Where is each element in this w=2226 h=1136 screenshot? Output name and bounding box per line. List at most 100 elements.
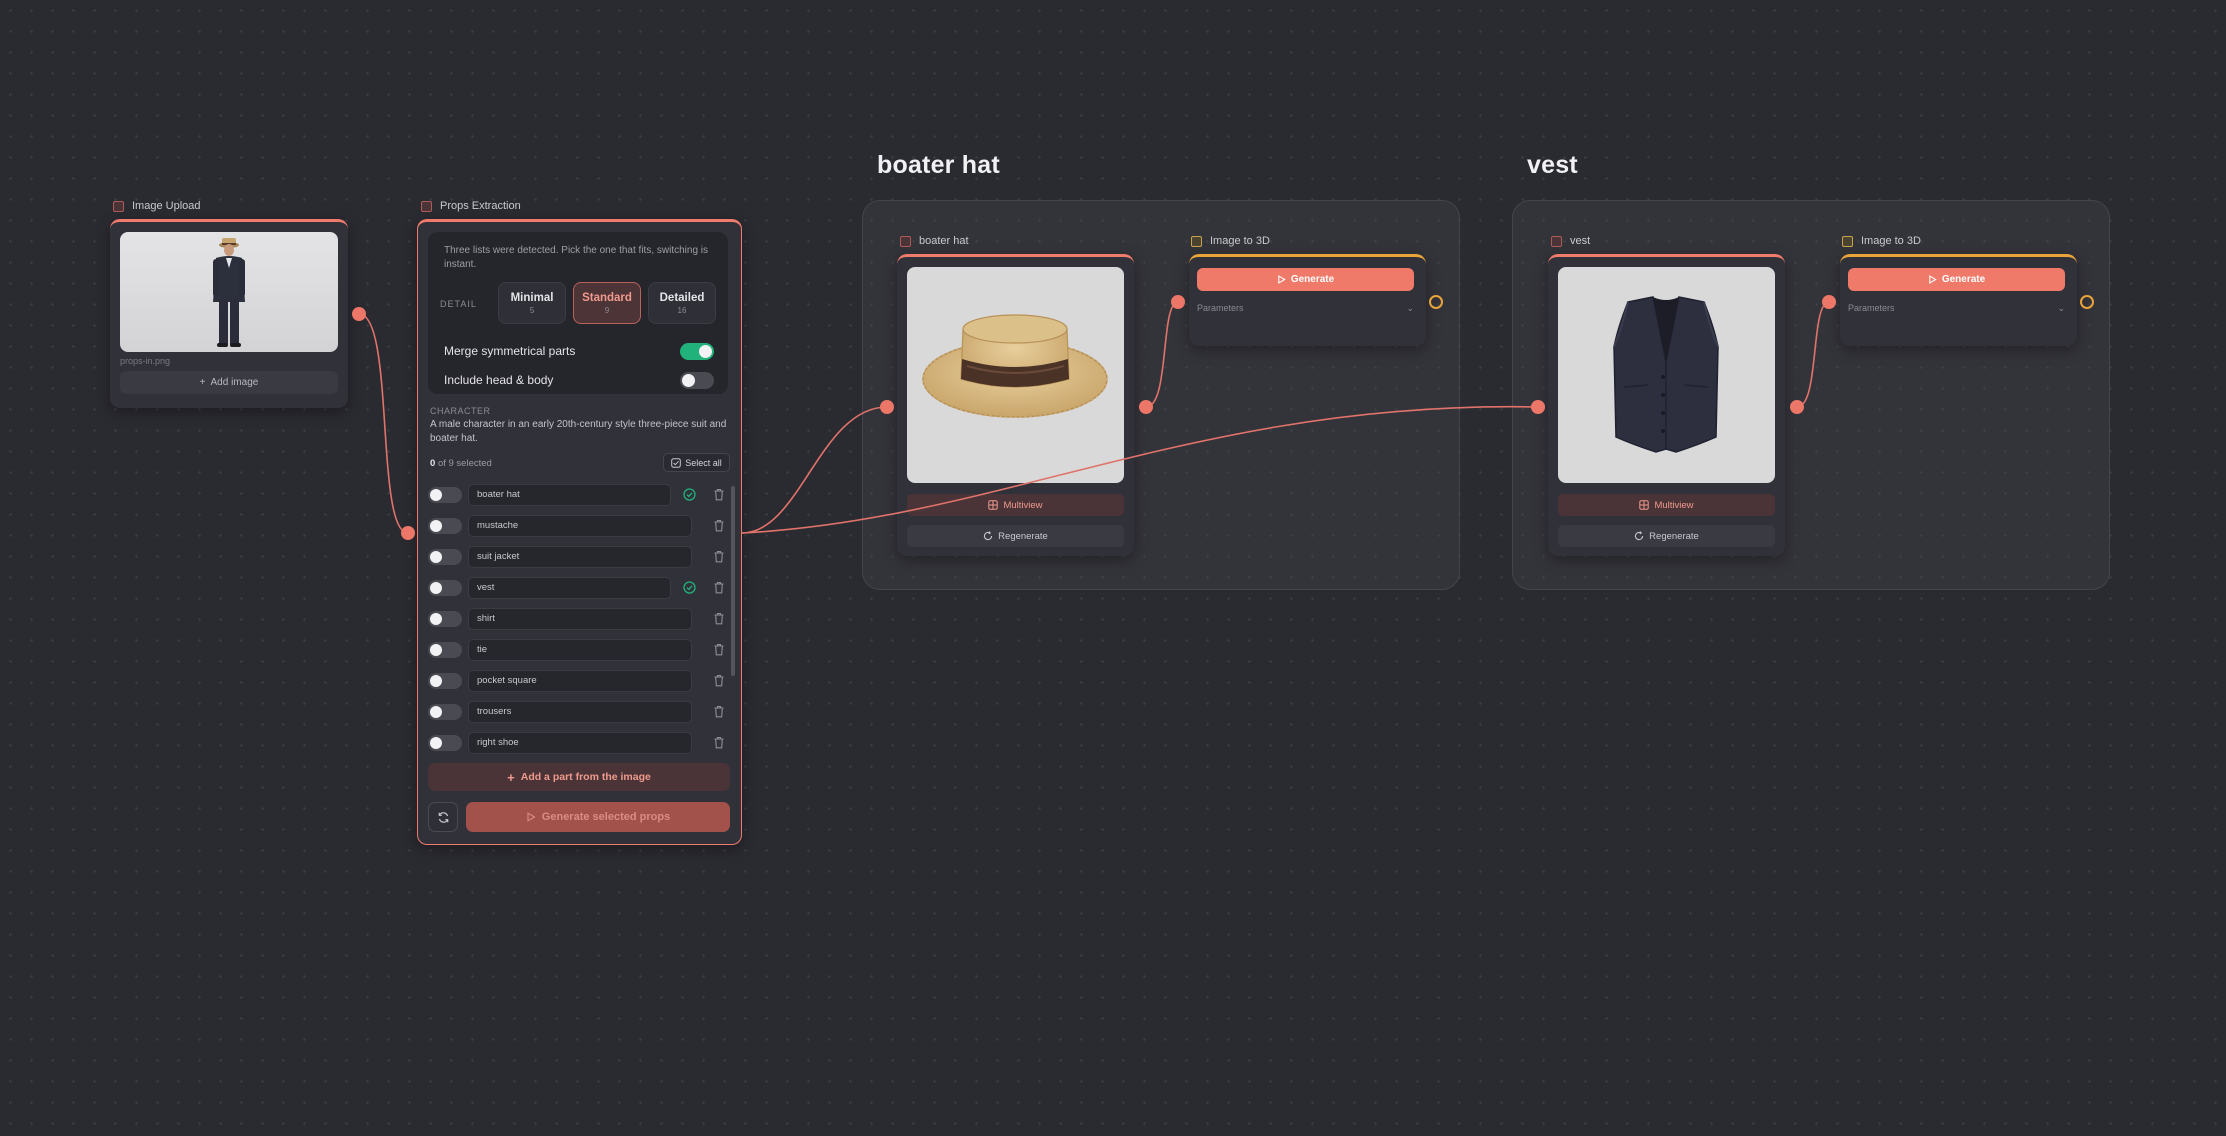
detail-option-minimal[interactable]: Minimal 5 [498,282,566,324]
regenerate-button[interactable]: Regenerate [1558,525,1775,547]
part-toggle[interactable] [428,673,462,689]
part-toggle[interactable] [428,735,462,751]
refresh-icon [438,811,448,823]
boater-hat-image [907,267,1124,483]
part-row: tie [428,639,726,661]
image-to-3d-output-port[interactable] [2080,295,2094,309]
detection-hint: Three lists were detected. Pick the one … [444,245,709,270]
multiview-button[interactable]: Multiview [1558,494,1775,516]
part-row: mustache [428,515,726,537]
parts-scrollbar[interactable] [731,486,735,676]
play-icon [527,812,536,822]
part-name-field[interactable]: right shoe [468,732,692,754]
generate-selected-props-button[interactable]: Generate selected props [466,802,730,832]
image-to-3d-title: Image to 3D [1842,235,1921,247]
refresh-button[interactable] [428,802,458,832]
boater-hat-output-port[interactable] [1139,400,1153,414]
trash-icon[interactable] [713,581,725,594]
merge-symmetrical-label: Merge symmetrical parts [444,344,576,358]
generated-check-icon [683,488,696,501]
trash-icon[interactable] [713,643,725,656]
boater-hat-picture [922,314,1108,418]
trash-icon[interactable] [713,736,725,749]
trash-icon[interactable] [713,612,725,625]
part-name-field[interactable]: suit jacket [468,546,692,568]
vest-image [1558,267,1775,483]
add-part-button[interactable]: + Add a part from the image [428,763,730,791]
image-to-3d-input-port[interactable] [1171,295,1185,309]
part-name-field[interactable]: shirt [468,608,692,630]
part-name-field[interactable]: trousers [468,701,692,723]
prop-icon [1551,235,1562,247]
props-extraction-input-port[interactable] [401,526,415,540]
vest-prop-node[interactable]: Multiview Regenerate [1548,254,1785,556]
part-toggle[interactable] [428,611,462,627]
plus-icon: + [507,769,515,785]
include-head-body-toggle[interactable] [680,372,714,389]
add-image-button[interactable]: + Add image [120,371,338,394]
part-name-field[interactable]: vest [468,577,671,599]
part-toggle[interactable] [428,487,462,503]
part-row: trousers [428,701,726,723]
detail-option-standard[interactable]: Standard 9 [573,282,641,324]
group-title-boater-hat: boater hat [877,151,1000,179]
multiview-button[interactable]: Multiview [907,494,1124,516]
character-description: A male character in an early 20th-centur… [430,419,727,444]
grid-icon [1639,500,1650,510]
part-name-field[interactable]: tie [468,639,692,661]
part-row: right shoe [428,732,726,754]
regenerate-button[interactable]: Regenerate [907,525,1124,547]
part-toggle[interactable] [428,642,462,658]
image-to-3d-title: Image to 3D [1191,235,1270,247]
select-all-button[interactable]: Select all [663,453,730,472]
vest-output-port[interactable] [1790,400,1804,414]
vest-image-to-3d-node[interactable]: Generate Parameters ⌄ [1840,254,2077,346]
image-to-3d-output-port[interactable] [1429,295,1443,309]
part-name-field[interactable]: mustache [468,515,692,537]
trash-icon[interactable] [713,519,725,532]
part-name-field[interactable]: boater hat [468,484,671,506]
generated-check-icon [683,581,696,594]
part-row: shirt [428,608,726,630]
boater-hat-image-to-3d-node[interactable]: Generate Parameters ⌄ [1189,254,1426,346]
part-toggle[interactable] [428,549,462,565]
detail-option-detailed[interactable]: Detailed 16 [648,282,716,324]
play-icon [1929,275,1937,284]
group-title-vest: vest [1527,151,1578,179]
checkbox-icon [671,457,682,468]
detail-label: DETAIL [440,299,477,309]
trash-icon[interactable] [713,705,725,718]
image-to-3d-input-port[interactable] [1822,295,1836,309]
parameters-dropdown[interactable]: Parameters ⌄ [1848,299,2065,317]
part-toggle[interactable] [428,704,462,720]
part-toggle[interactable] [428,580,462,596]
boater-hat-input-port[interactable] [880,400,894,414]
props-icon [421,200,432,212]
image-upload-title: Image Upload [113,200,201,212]
character-label: CHARACTER [430,406,491,416]
vest-input-port[interactable] [1531,400,1545,414]
file-name: props-in.png [120,356,171,366]
boater-hat-node-title: boater hat [900,235,969,247]
cube-icon [1842,235,1853,247]
trash-icon[interactable] [713,550,725,563]
boater-hat-prop-node[interactable]: Multiview Regenerate [897,254,1134,556]
image-upload-node[interactable]: props-in.png + Add image [110,219,348,408]
props-extraction-node[interactable]: Three lists were detected. Pick the one … [417,219,742,845]
generate-button[interactable]: Generate [1197,268,1414,291]
trash-icon[interactable] [713,488,725,501]
image-icon [113,200,124,212]
image-upload-output-port[interactable] [352,307,366,321]
regenerate-icon [984,531,993,541]
prop-icon [900,235,911,247]
props-extraction-title: Props Extraction [421,200,521,212]
part-name-field[interactable]: pocket square [468,670,692,692]
merge-symmetrical-toggle[interactable] [680,343,714,360]
part-row: vest [428,577,726,599]
vest-picture [1613,296,1719,453]
uploaded-image-preview [120,232,338,352]
trash-icon[interactable] [713,674,725,687]
part-toggle[interactable] [428,518,462,534]
generate-button[interactable]: Generate [1848,268,2065,291]
parameters-dropdown[interactable]: Parameters ⌄ [1197,299,1414,317]
